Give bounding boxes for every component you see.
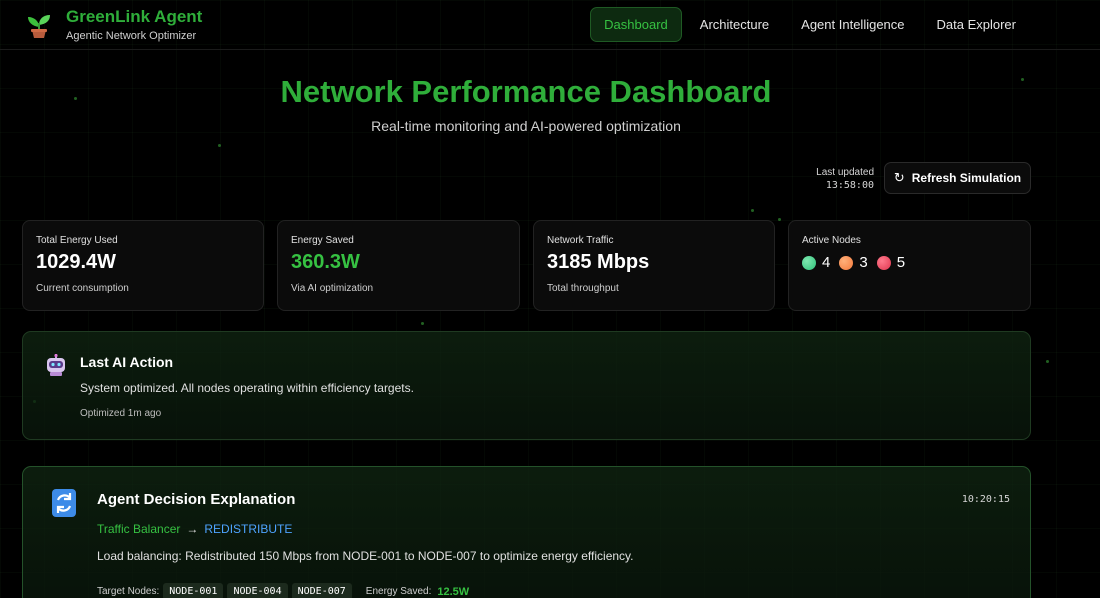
last-action-message: System optimized. All nodes operating wi… [80, 381, 414, 395]
target-node-chip: NODE-007 [291, 583, 352, 598]
background-dot [421, 322, 424, 325]
metric-desc: Total throughput [547, 283, 619, 294]
healthy-node-count: 4 [822, 254, 831, 271]
brand[interactable]: GreenLink Agent Agentic Network Optimize… [26, 8, 202, 42]
warning-node-count: 3 [859, 254, 868, 271]
last-ai-action-panel: Last AI Action System optimized. All nod… [22, 331, 1031, 440]
metric-label: Network Traffic [547, 235, 614, 246]
background-dot [218, 144, 221, 147]
critical-node-count: 5 [896, 254, 906, 271]
brand-title: GreenLink Agent [66, 7, 203, 26]
seedling-icon [28, 15, 50, 38]
metric-label: Active Nodes [802, 235, 861, 246]
nav-architecture[interactable]: Architecture [686, 7, 783, 42]
decision-title: Agent Decision Explanation [97, 491, 296, 508]
last-action-title: Last AI Action [80, 354, 174, 370]
decision-action: REDISTRIBUTE [204, 522, 293, 536]
background-dot [778, 218, 781, 221]
refresh-icon: ↻ [893, 170, 905, 185]
top-navbar: GreenLink Agent Agentic Network Optimize… [0, 0, 1100, 50]
last-action-meta: Optimized 1m ago [80, 408, 162, 419]
nav-dashboard[interactable]: Dashboard [590, 7, 682, 42]
refresh-simulation-label: Refresh Simulation [911, 171, 1022, 185]
brand-subtitle: Agentic Network Optimizer [66, 30, 197, 42]
metric-label: Energy Saved [291, 235, 354, 246]
metric-card-active-nodes: Active Nodes 4 3 5 [788, 220, 1031, 311]
decision-targets: Target Nodes: NODE-001 NODE-004 NODE-007… [97, 583, 469, 598]
decision-message: Load balancing: Redistributed 150 Mbps f… [97, 549, 634, 563]
nav-agent-intelligence[interactable]: Agent Intelligence [787, 7, 918, 42]
page-subtitle: Real-time monitoring and AI-powered opti… [371, 118, 681, 134]
last-updated-label: Last updated [816, 167, 874, 178]
metric-card-energy-saved: Energy Saved 360.3W Via AI optimization [277, 220, 520, 311]
last-updated-time: 13:58:00 [825, 180, 874, 191]
background-dot [751, 209, 754, 212]
metric-value: 1029.4W [36, 251, 117, 273]
target-nodes-label: Target Nodes: [97, 586, 160, 597]
target-node-chip: NODE-001 [163, 583, 224, 598]
metric-value: 3185 Mbps [547, 251, 650, 273]
metric-desc: Current consumption [36, 283, 129, 294]
target-node-chip: NODE-004 [227, 583, 288, 598]
warning-node-icon [839, 255, 854, 270]
metric-value: 360.3W [291, 251, 360, 273]
background-dot [1046, 360, 1049, 363]
decision-timestamp: 10:20:15 [961, 494, 1010, 505]
last-updated: Last updated 13:58:00 [816, 166, 874, 192]
page-title: Network Performance Dashboard [280, 74, 772, 109]
critical-node-icon [876, 255, 891, 270]
nav-data-explorer[interactable]: Data Explorer [923, 7, 1030, 42]
agent-decision-panel: Agent Decision Explanation 10:20:15 Traf… [22, 466, 1031, 598]
robot-icon [47, 354, 65, 376]
refresh-simulation-button[interactable]: ↻ Refresh Simulation [884, 162, 1031, 194]
main-nav: Dashboard Architecture Agent Intelligenc… [586, 7, 1030, 42]
arrow-right-icon: → [186, 522, 199, 536]
metric-card-energy-used: Total Energy Used 1029.4W Current consum… [22, 220, 264, 311]
energy-saved-label: Energy Saved: [365, 586, 432, 597]
energy-saved-value: 12.5W [437, 585, 470, 598]
metric-card-network-traffic: Network Traffic 3185 Mbps Total throughp… [533, 220, 775, 311]
decision-flow: Traffic Balancer → REDISTRIBUTE [97, 522, 292, 536]
decision-agent: Traffic Balancer [97, 522, 181, 536]
metric-desc: Via AI optimization [291, 283, 374, 294]
cycle-arrows-icon [52, 489, 76, 517]
node-status-counts: 4 3 5 [802, 254, 1017, 271]
metric-label: Total Energy Used [36, 235, 118, 246]
healthy-node-icon [802, 255, 816, 270]
